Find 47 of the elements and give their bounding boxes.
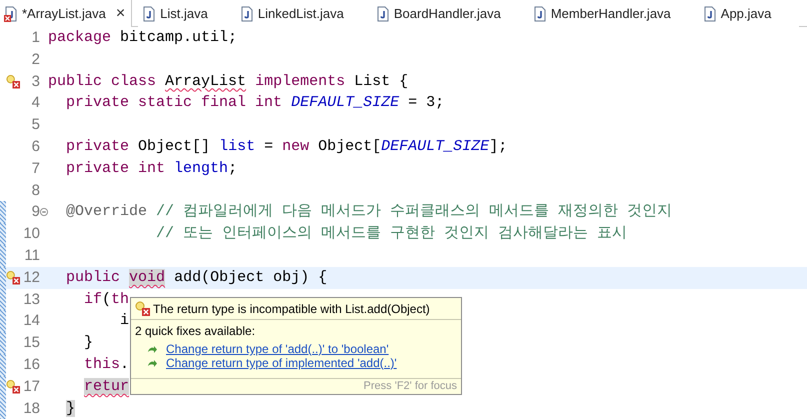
quick-fix-summary: 2 quick fixes available: <box>134 323 256 338</box>
line-number: 2 <box>30 50 40 70</box>
java-file-icon <box>532 6 547 22</box>
code-line: if(th <box>83 290 130 310</box>
close-icon[interactable]: × <box>116 6 126 22</box>
code-line: package bitcamp.util; <box>48 28 238 48</box>
arrow-icon <box>147 344 158 354</box>
code-line: private int length; <box>65 158 238 179</box>
line-number: 7 <box>30 158 40 179</box>
quick-fix-link[interactable]: Change return type of implemented 'add(..)' <box>166 356 397 370</box>
line-number: 1 <box>30 28 40 48</box>
line-number: 3 <box>30 72 40 92</box>
line-number: 10 <box>22 224 40 244</box>
quick-fix-link[interactable]: Change return type of 'add(..)' to 'boolean' <box>166 342 389 356</box>
line-number: 5 <box>30 115 40 136</box>
code-line: // 또는 인터페이스의 메서드를 구현한 것인지 검사해달라는 표시 <box>155 224 628 244</box>
java-file-icon <box>376 6 390 22</box>
code-line: public class ArrayList implements List { <box>48 72 408 92</box>
line-number: 18 <box>22 398 40 419</box>
java-file-icon <box>702 6 717 22</box>
focus-hint: Press 'F2' for focus <box>131 378 461 394</box>
code-line: private Object[] list = new Object[DEFAULT_SIZE]; <box>65 136 508 157</box>
line-number: 12 <box>22 268 40 288</box>
code-line: } <box>83 333 94 354</box>
line-number: 4 <box>30 93 40 114</box>
editor-tab[interactable]: *ArrayList.java × <box>0 0 132 27</box>
code-line: private static final int DEFAULT_SIZE = 3; <box>65 93 444 114</box>
line-number: 13 <box>22 290 40 310</box>
error-message: The return type is incompatible with List.add(Object) <box>153 302 430 316</box>
line-number: 8 <box>30 180 40 201</box>
line-number: 11 <box>23 246 40 266</box>
line-number: 6 <box>30 136 40 157</box>
code-line: public void add(Object obj) { <box>65 268 328 288</box>
code-line: i <box>119 311 130 332</box>
line-number: 9 <box>30 202 40 222</box>
collapse-icon[interactable] <box>40 208 48 216</box>
error-bulb-icon <box>135 301 150 316</box>
java-file-icon <box>240 6 254 22</box>
java-file-icon <box>142 6 156 22</box>
line-number: 16 <box>22 354 40 375</box>
arrow-icon <box>147 358 158 368</box>
line-number: 17 <box>22 376 40 397</box>
line-number: 15 <box>22 333 40 354</box>
java-file-icon <box>4 6 18 22</box>
line-number: 14 <box>22 311 40 332</box>
code-line: this. <box>83 354 130 375</box>
code-line: @Override // 컴파일러에게 다음 메서드가 수퍼클래스의 메서드를 재정의한 것인지 <box>65 202 672 222</box>
